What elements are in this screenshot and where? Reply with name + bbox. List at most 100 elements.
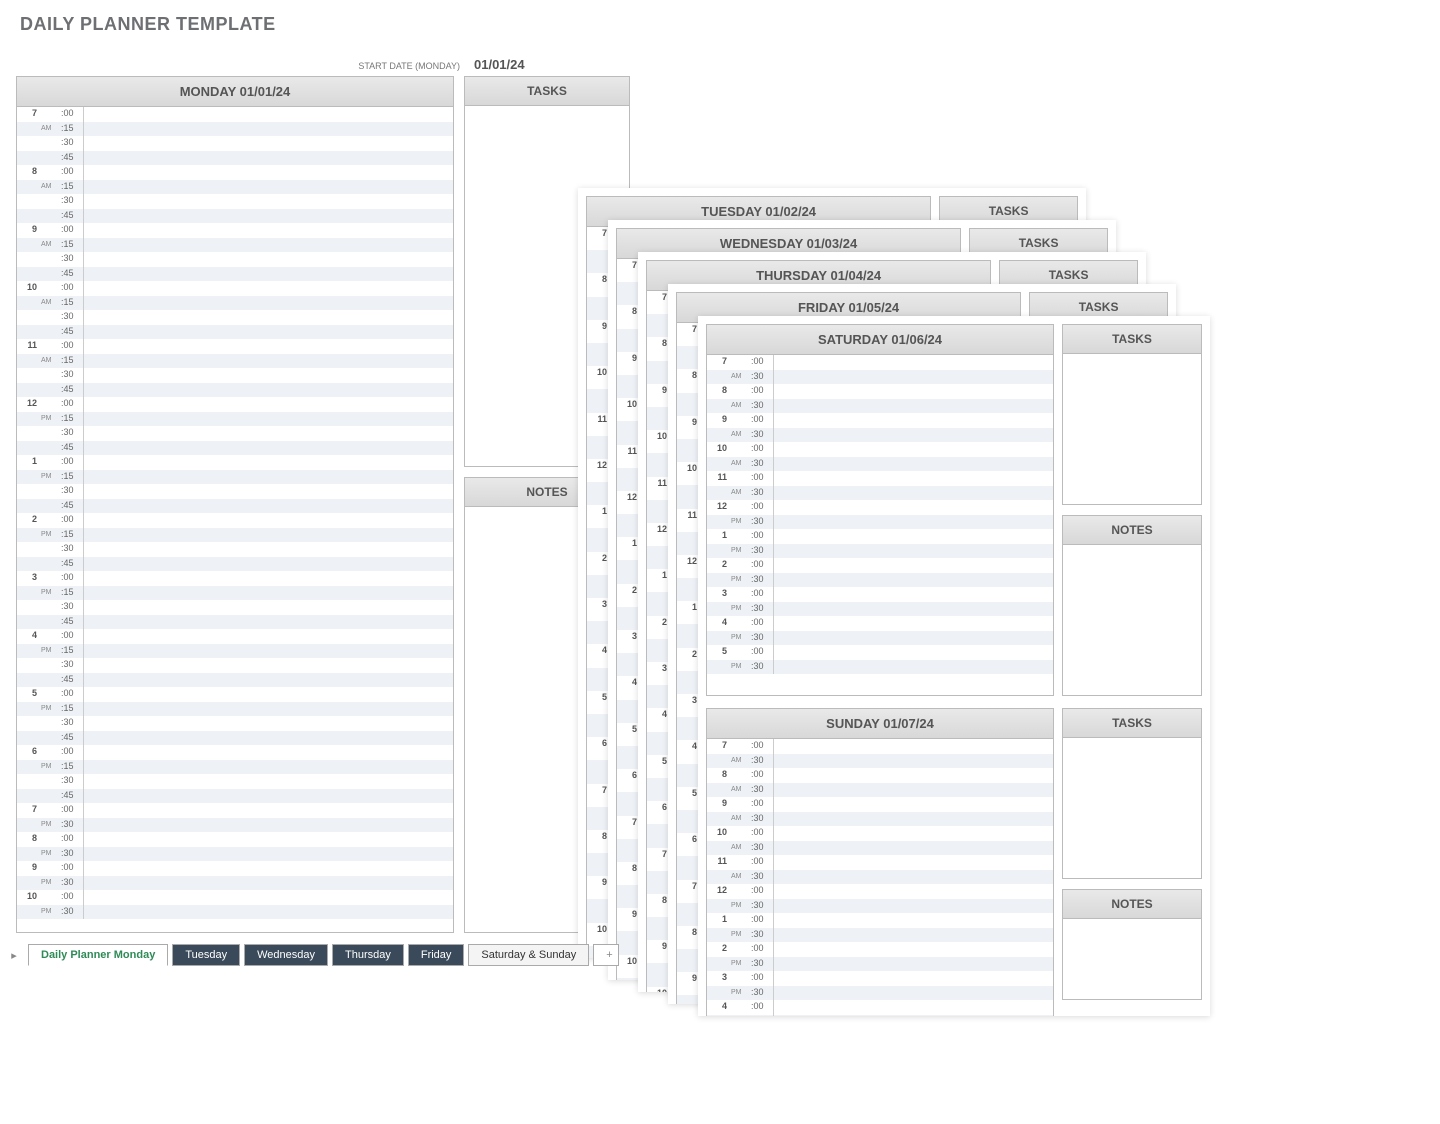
saturday-tasks-body[interactable] bbox=[1063, 354, 1201, 504]
schedule-row[interactable]: 8:00 bbox=[707, 768, 1053, 783]
schedule-row[interactable]: 2:00 bbox=[17, 513, 453, 528]
schedule-row[interactable]: 7:00 bbox=[707, 355, 1053, 370]
sheet-tab[interactable]: Thursday bbox=[332, 944, 404, 966]
sunday-notes-body[interactable] bbox=[1063, 919, 1201, 999]
schedule-row[interactable]: AM:15 bbox=[17, 238, 453, 253]
sheet-tab[interactable]: Saturday & Sunday bbox=[468, 944, 589, 966]
schedule-row[interactable]: PM:15 bbox=[17, 470, 453, 485]
schedule-row[interactable]: :45 bbox=[17, 267, 453, 282]
schedule-row[interactable]: 3:00 bbox=[17, 571, 453, 586]
schedule-row[interactable]: 5:00 bbox=[707, 645, 1053, 660]
schedule-row[interactable]: 10:00 bbox=[17, 890, 453, 905]
schedule-row[interactable]: 10:00 bbox=[17, 281, 453, 296]
schedule-row[interactable]: 8:00 bbox=[17, 832, 453, 847]
schedule-row[interactable]: 8:00 bbox=[17, 165, 453, 180]
schedule-row[interactable]: PM:30 bbox=[707, 986, 1053, 1001]
schedule-row[interactable]: 9:00 bbox=[707, 797, 1053, 812]
schedule-row[interactable]: AM:30 bbox=[707, 754, 1053, 769]
sheet-tab[interactable]: Tuesday bbox=[172, 944, 240, 966]
schedule-row[interactable]: PM:30 bbox=[707, 602, 1053, 617]
schedule-row[interactable]: PM:15 bbox=[17, 760, 453, 775]
schedule-row[interactable]: :30 bbox=[17, 484, 453, 499]
tab-nav-prev-icon[interactable]: ▸ bbox=[4, 945, 24, 965]
schedule-row[interactable]: PM:15 bbox=[17, 528, 453, 543]
schedule-row[interactable]: PM:15 bbox=[17, 586, 453, 601]
schedule-row[interactable]: 3:00 bbox=[707, 971, 1053, 986]
schedule-row[interactable]: :45 bbox=[17, 557, 453, 572]
schedule-row[interactable]: AM:30 bbox=[707, 399, 1053, 414]
start-date-value[interactable]: 01/01/24 bbox=[474, 57, 525, 72]
schedule-row[interactable]: 12:00 bbox=[707, 500, 1053, 515]
schedule-row[interactable]: PM:30 bbox=[707, 660, 1053, 675]
schedule-row[interactable]: 1:00 bbox=[707, 913, 1053, 928]
schedule-row[interactable]: :30 bbox=[17, 252, 453, 267]
sheet-tab[interactable]: Daily Planner Monday bbox=[28, 944, 168, 966]
schedule-row[interactable]: AM:15 bbox=[17, 180, 453, 195]
schedule-row[interactable]: 9:00 bbox=[707, 413, 1053, 428]
schedule-row[interactable]: AM:15 bbox=[17, 122, 453, 137]
schedule-row[interactable]: 2:00 bbox=[707, 558, 1053, 573]
saturday-notes-body[interactable] bbox=[1063, 545, 1201, 695]
schedule-row[interactable]: AM:30 bbox=[707, 370, 1053, 385]
schedule-row[interactable]: :30 bbox=[17, 658, 453, 673]
schedule-row[interactable]: 3:00 bbox=[707, 587, 1053, 602]
schedule-row[interactable]: 1:00 bbox=[17, 455, 453, 470]
schedule-row[interactable]: :30 bbox=[17, 774, 453, 789]
schedule-row[interactable]: :30 bbox=[17, 716, 453, 731]
schedule-row[interactable]: 7:00 bbox=[707, 739, 1053, 754]
schedule-row[interactable]: 11:00 bbox=[17, 339, 453, 354]
schedule-row[interactable]: 9:00 bbox=[17, 861, 453, 876]
schedule-row[interactable]: :45 bbox=[17, 151, 453, 166]
schedule-row[interactable]: 7:00 bbox=[17, 803, 453, 818]
schedule-row[interactable]: 11:00 bbox=[707, 471, 1053, 486]
sunday-tasks-body[interactable] bbox=[1063, 738, 1201, 878]
schedule-row[interactable]: AM:30 bbox=[707, 841, 1053, 856]
schedule-row[interactable]: 8:00 bbox=[707, 384, 1053, 399]
schedule-row[interactable]: PM:15 bbox=[17, 644, 453, 659]
schedule-row[interactable]: :30 bbox=[17, 600, 453, 615]
schedule-row[interactable]: :45 bbox=[17, 615, 453, 630]
schedule-row[interactable]: 10:00 bbox=[707, 826, 1053, 841]
schedule-row[interactable]: PM:30 bbox=[17, 876, 453, 891]
schedule-row[interactable]: :45 bbox=[17, 499, 453, 514]
schedule-row[interactable]: AM:30 bbox=[707, 870, 1053, 885]
schedule-row[interactable]: 6:00 bbox=[17, 745, 453, 760]
schedule-row[interactable]: AM:15 bbox=[17, 296, 453, 311]
schedule-row[interactable]: PM:30 bbox=[17, 847, 453, 862]
schedule-row[interactable]: 7:00 bbox=[17, 107, 453, 122]
schedule-row[interactable]: 12:00 bbox=[707, 884, 1053, 899]
schedule-row[interactable]: PM:30 bbox=[707, 544, 1053, 559]
schedule-row[interactable]: :45 bbox=[17, 325, 453, 340]
schedule-row[interactable]: :30 bbox=[17, 310, 453, 325]
schedule-row[interactable]: 11:00 bbox=[707, 855, 1053, 870]
schedule-row[interactable]: PM:30 bbox=[17, 905, 453, 920]
schedule-row[interactable]: PM:15 bbox=[17, 412, 453, 427]
schedule-row[interactable]: :45 bbox=[17, 441, 453, 456]
schedule-row[interactable]: 4:00 bbox=[707, 616, 1053, 631]
schedule-row[interactable]: AM:30 bbox=[707, 783, 1053, 798]
schedule-row[interactable]: AM:30 bbox=[707, 812, 1053, 827]
schedule-row[interactable]: 1:00 bbox=[707, 529, 1053, 544]
schedule-row[interactable]: AM:30 bbox=[707, 428, 1053, 443]
schedule-row[interactable]: 4:00 bbox=[707, 1000, 1053, 1015]
schedule-row[interactable]: 4:00 bbox=[17, 629, 453, 644]
schedule-row[interactable]: PM:30 bbox=[707, 1015, 1053, 1017]
schedule-row[interactable]: :30 bbox=[17, 194, 453, 209]
schedule-row[interactable]: 2:00 bbox=[707, 942, 1053, 957]
schedule-row[interactable]: PM:30 bbox=[707, 899, 1053, 914]
schedule-row[interactable]: :45 bbox=[17, 731, 453, 746]
schedule-row[interactable]: PM:30 bbox=[707, 573, 1053, 588]
schedule-row[interactable]: PM:30 bbox=[17, 818, 453, 833]
schedule-row[interactable]: :45 bbox=[17, 789, 453, 804]
schedule-row[interactable]: :30 bbox=[17, 368, 453, 383]
schedule-row[interactable]: 5:00 bbox=[17, 687, 453, 702]
schedule-row[interactable]: 12:00 bbox=[17, 397, 453, 412]
schedule-row[interactable]: :30 bbox=[17, 426, 453, 441]
schedule-row[interactable]: 9:00 bbox=[17, 223, 453, 238]
schedule-row[interactable]: AM:30 bbox=[707, 486, 1053, 501]
schedule-row[interactable]: PM:30 bbox=[707, 631, 1053, 646]
schedule-row[interactable]: :30 bbox=[17, 136, 453, 151]
tab-add-button[interactable]: + bbox=[593, 944, 619, 966]
schedule-row[interactable]: PM:30 bbox=[707, 928, 1053, 943]
schedule-row[interactable]: :45 bbox=[17, 209, 453, 224]
